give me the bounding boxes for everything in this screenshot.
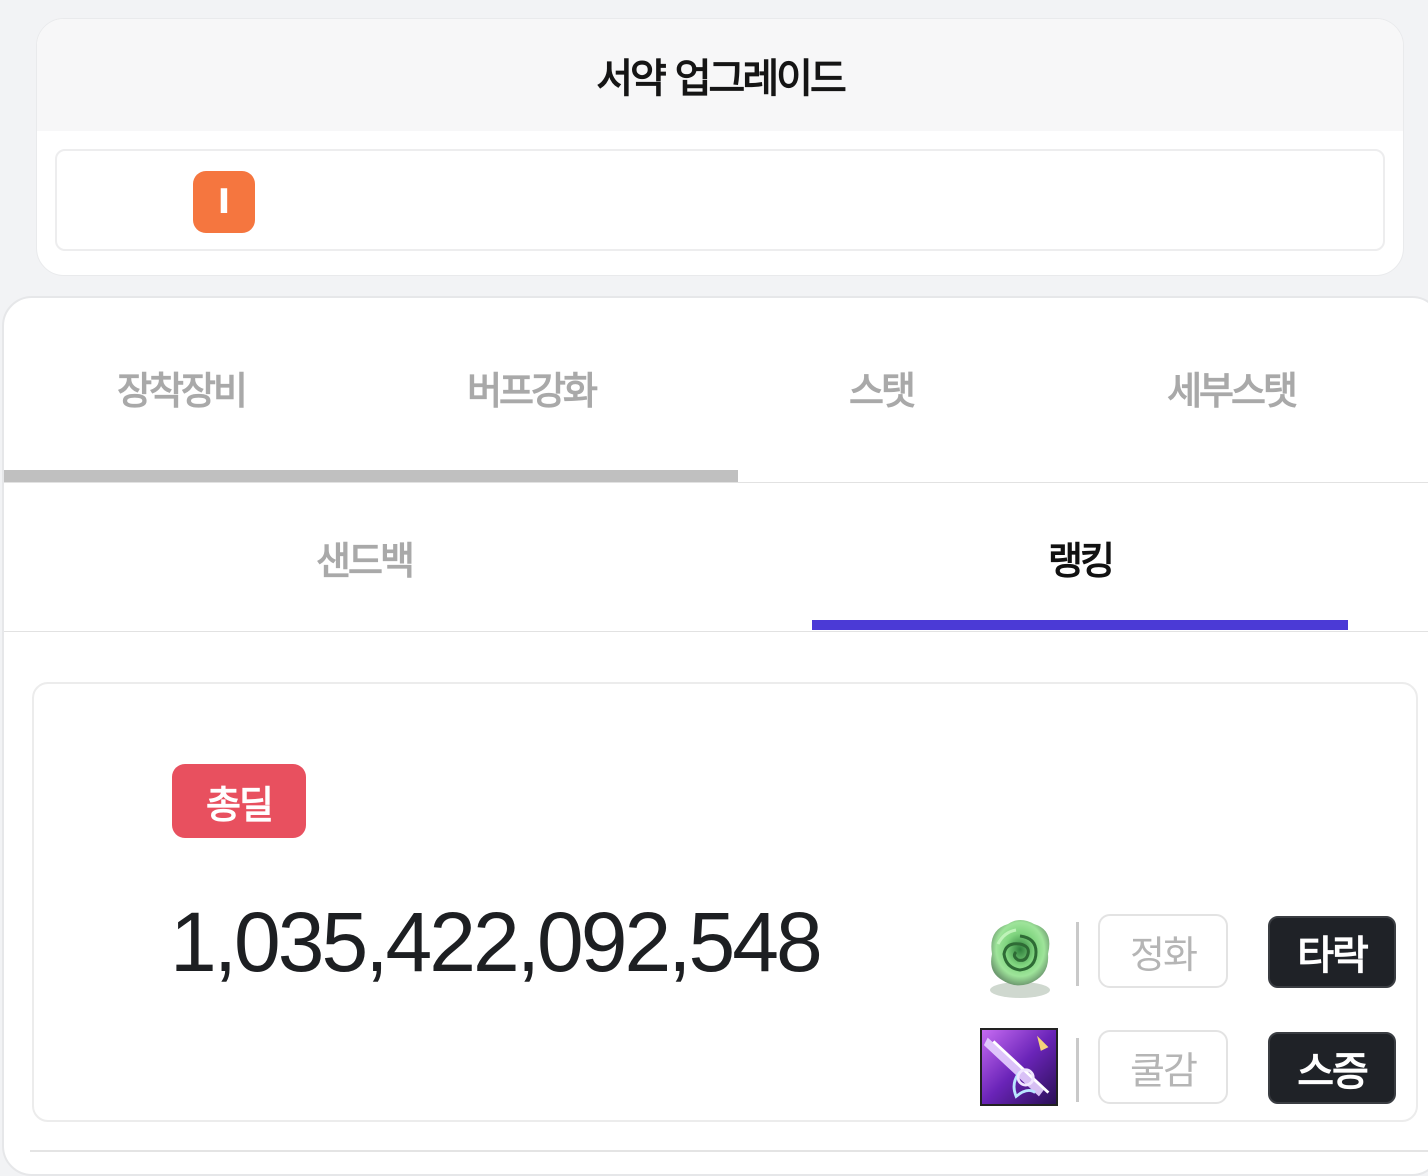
option-chip-purify[interactable]: 정화: [1098, 914, 1228, 988]
main-tab-indicator: [4, 470, 738, 482]
tab-equipment[interactable]: 장착장비: [6, 360, 356, 415]
tab-sandbag[interactable]: 샌드백: [114, 530, 614, 585]
page-title: 서약 업그레이드: [596, 56, 847, 102]
main-panel: 장착장비 버프강화 스탯 세부스탯 샌드백 랭킹 총딜 1,035,422,09…: [2, 296, 1428, 1176]
separator: [1076, 922, 1079, 986]
divider: [4, 482, 1428, 483]
purple-weapon-icon: [980, 1028, 1058, 1106]
total-damage-badge: 총딜: [172, 764, 306, 838]
option-chip-cooldown[interactable]: 쿨감: [1098, 1030, 1228, 1104]
separator: [1076, 1038, 1079, 1102]
oath-upgrade-header: 서약 업그레이드: [37, 19, 1403, 131]
main-tab-bar: 장착장비 버프강화 스탯 세부스탯: [4, 298, 1428, 482]
level-badge[interactable]: I: [193, 171, 255, 233]
corrupt-button[interactable]: 타락: [1268, 916, 1396, 988]
tab-ranking[interactable]: 랭킹: [830, 530, 1330, 585]
divider: [30, 1150, 1428, 1152]
sub-tab-indicator: [812, 620, 1348, 630]
oath-upgrade-card: 서약 업그레이드 I: [36, 18, 1404, 276]
green-rose-emblem-icon: [990, 920, 1050, 998]
tab-detail-stats[interactable]: 세부스탯: [1056, 360, 1406, 415]
total-damage-value: 1,035,422,092,548: [170, 895, 823, 989]
ranking-card: 총딜 1,035,422,092,548 정화 타락 쿨감 스증: [32, 682, 1418, 1122]
skill-boost-button[interactable]: 스증: [1268, 1032, 1396, 1104]
tab-buff[interactable]: 버프강화: [356, 360, 706, 415]
tab-stats[interactable]: 스탯: [706, 360, 1056, 415]
upgrade-level-row: I: [55, 149, 1385, 251]
divider: [4, 631, 1428, 632]
